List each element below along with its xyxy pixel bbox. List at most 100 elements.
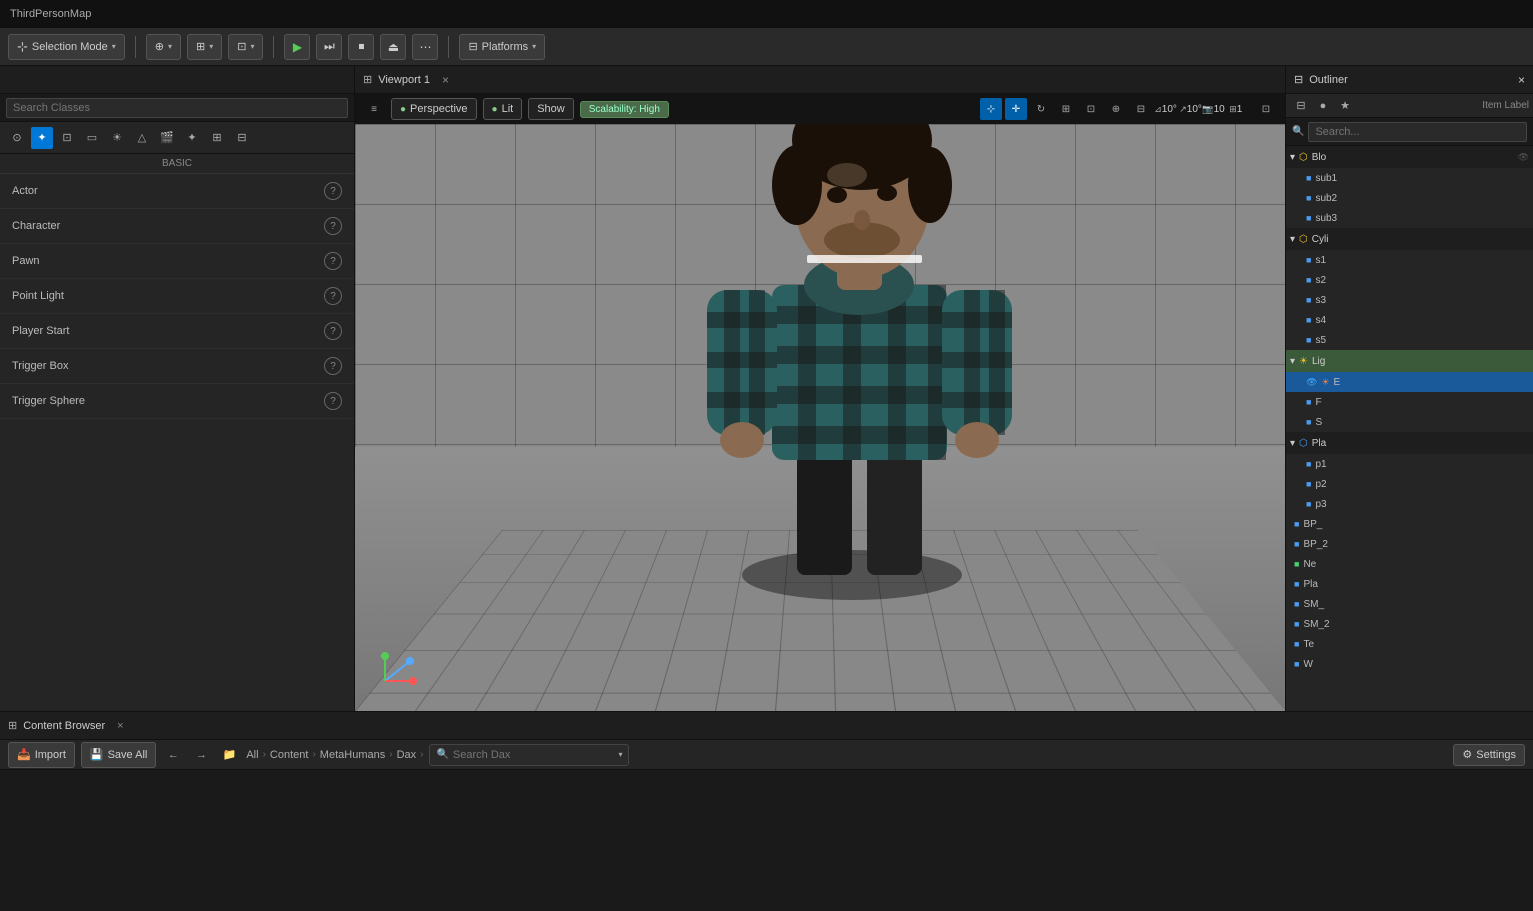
volumes-icon-btn[interactable]: ⊞	[206, 127, 228, 149]
pawn-info-btn[interactable]: ?	[324, 252, 342, 270]
outliner-item-te[interactable]: ■ Te	[1286, 634, 1533, 654]
rotate-tool-btn[interactable]: ↻	[1030, 98, 1052, 120]
list-item-character[interactable]: Character ?	[0, 209, 354, 244]
step-button[interactable]: ⏭	[316, 34, 342, 60]
viewport-menu-icon[interactable]: ≡	[363, 98, 385, 120]
outliner-item-w[interactable]: ■ W	[1286, 654, 1533, 674]
more-options-button[interactable]: ⋯	[412, 34, 438, 60]
content-browser-tab-close[interactable]: ×	[117, 720, 123, 732]
outliner-item-sm1[interactable]: ■ SM_	[1286, 594, 1533, 614]
outliner-item-c1[interactable]: ■ s1	[1286, 250, 1533, 270]
outliner-item-p2[interactable]: ■ p2	[1286, 474, 1533, 494]
all-classes-2-icon-btn[interactable]: ⊟	[231, 127, 253, 149]
angle-2-btn[interactable]: ↗ 10°	[1180, 98, 1202, 120]
outliner-item-p3[interactable]: ■ p3	[1286, 494, 1533, 514]
list-item-trigger-box[interactable]: Trigger Box ?	[0, 349, 354, 384]
outliner-item-ne[interactable]: ■ Ne	[1286, 554, 1533, 574]
outliner-group-lig[interactable]: ▾ ☀ Lig	[1286, 350, 1533, 372]
forward-button[interactable]: →	[190, 744, 212, 766]
cinematic-icon-btn[interactable]: 🎬	[156, 127, 178, 149]
import-button[interactable]: 📥 Import	[8, 742, 75, 768]
outliner-item-s2[interactable]: ■ sub2	[1286, 188, 1533, 208]
outliner-item-f[interactable]: ■ F	[1286, 392, 1533, 412]
outliner-item-pla2[interactable]: ■ Pla	[1286, 574, 1533, 594]
outliner-item-bp1[interactable]: ■ BP_	[1286, 514, 1533, 534]
lights-icon-btn[interactable]: ☀	[106, 127, 128, 149]
outliner-item-s[interactable]: ■ S	[1286, 412, 1533, 432]
play-button[interactable]: ▶	[284, 34, 310, 60]
maximize-tool-btn[interactable]: ⊡	[1080, 98, 1102, 120]
shapes-icon-btn[interactable]: △	[131, 127, 153, 149]
world-view-btn[interactable]: ⊕	[1105, 98, 1127, 120]
camera-speed-btn[interactable]: 📷 10	[1205, 98, 1227, 120]
outliner-item-c4[interactable]: ■ s4	[1286, 310, 1533, 330]
angle-1-btn[interactable]: ⊿ 10°	[1155, 98, 1177, 120]
geometry-icon-btn[interactable]: ▭	[81, 127, 103, 149]
selection-mode-button[interactable]: ⊹ Selection Mode ▾	[8, 34, 125, 60]
outliner-group-blo[interactable]: ▾ ⬡ Blo 👁	[1286, 146, 1533, 168]
scalability-badge[interactable]: Scalability: High	[580, 101, 669, 118]
left-panel-close[interactable]	[8, 78, 24, 82]
list-item-player-start[interactable]: Player Start ?	[0, 314, 354, 349]
stop-button[interactable]: ⏹	[348, 34, 374, 60]
outliner-item-sm2[interactable]: ■ SM_2	[1286, 614, 1533, 634]
character-info-btn[interactable]: ?	[324, 217, 342, 235]
point-light-info-btn[interactable]: ?	[324, 287, 342, 305]
outliner-group-pla[interactable]: ▾ ⬡ Pla	[1286, 432, 1533, 454]
all-classes-icon-btn[interactable]: ✦	[31, 127, 53, 149]
outliner-item-p1[interactable]: ■ p1	[1286, 454, 1533, 474]
save-all-button[interactable]: 💾 Save All	[81, 742, 156, 768]
item-icon-sm2: ■	[1294, 619, 1299, 629]
outliner-search-input[interactable]	[1308, 122, 1527, 142]
list-item-pawn[interactable]: Pawn ?	[0, 244, 354, 279]
eject-button[interactable]: ⏏	[380, 34, 406, 60]
content-search-input[interactable]	[453, 749, 615, 761]
outliner-pin-btn[interactable]: ★	[1334, 95, 1356, 117]
camera-button[interactable]: ⊡ ▾	[228, 34, 263, 60]
trigger-sphere-info-btn[interactable]: ?	[324, 392, 342, 410]
trigger-box-info-btn[interactable]: ?	[324, 357, 342, 375]
settings-button[interactable]: ⚙ Settings	[1453, 744, 1525, 766]
breadcrumb-all[interactable]: All	[246, 749, 258, 761]
list-item-point-light[interactable]: Point Light ?	[0, 279, 354, 314]
folder-button[interactable]: 📁	[218, 744, 240, 766]
outliner-filter-btn[interactable]: ⊟	[1290, 95, 1312, 117]
breadcrumb-metahumans[interactable]: MetaHumans	[320, 749, 385, 761]
add-actor-button[interactable]: ⊕ ▾	[146, 34, 181, 60]
breadcrumb-dax[interactable]: Dax	[397, 749, 417, 761]
player-start-info-btn[interactable]: ?	[324, 322, 342, 340]
viewport-tab-label: Viewport 1	[378, 74, 430, 86]
breadcrumb-content[interactable]: Content	[270, 749, 309, 761]
breadcrumb-sep-1: ›	[263, 749, 266, 760]
lit-button[interactable]: ● Lit	[483, 98, 523, 120]
actor-info-btn[interactable]: ?	[324, 182, 342, 200]
outliner-item-c2[interactable]: ■ s2	[1286, 270, 1533, 290]
back-button[interactable]: ←	[162, 744, 184, 766]
outliner-item-s3[interactable]: ■ sub3	[1286, 208, 1533, 228]
select-tool-btn[interactable]: ⊹	[980, 98, 1002, 120]
move-tool-btn[interactable]: ✛	[1005, 98, 1027, 120]
outliner-item-c3[interactable]: ■ s3	[1286, 290, 1533, 310]
list-item-actor[interactable]: Actor ?	[0, 174, 354, 209]
viewport-options-btn[interactable]: ⊡	[1255, 98, 1277, 120]
outliner-close-btn[interactable]: ×	[1518, 73, 1525, 87]
search-classes-input[interactable]	[6, 98, 348, 118]
overlay-btn[interactable]: ⊞ 1	[1230, 98, 1252, 120]
platforms-button[interactable]: ⊟ Platforms ▾	[459, 34, 545, 60]
outliner-item-c5[interactable]: ■ s5	[1286, 330, 1533, 350]
outliner-group-cyl[interactable]: ▾ ⬡ Cyli	[1286, 228, 1533, 250]
grid-snap-button[interactable]: ⊞ ▾	[187, 34, 222, 60]
outliner-item-bp2[interactable]: ■ BP_2	[1286, 534, 1533, 554]
outliner-item-e[interactable]: 👁 ☀ E	[1286, 372, 1533, 392]
list-item-trigger-sphere[interactable]: Trigger Sphere ?	[0, 384, 354, 419]
recent-icon-btn[interactable]: ⊙	[6, 127, 28, 149]
outliner-sort-btn[interactable]: ●	[1312, 95, 1334, 117]
scale-tool-btn[interactable]: ⊞	[1055, 98, 1077, 120]
viewport-tab-close[interactable]: ×	[442, 73, 449, 87]
perspective-button[interactable]: ● Perspective	[391, 98, 477, 120]
visual-effects-icon-btn[interactable]: ✦	[181, 127, 203, 149]
grid-view-btn[interactable]: ⊟	[1130, 98, 1152, 120]
outliner-item-s1[interactable]: ■ sub1	[1286, 168, 1533, 188]
show-button[interactable]: Show	[528, 98, 574, 120]
common-icon-btn[interactable]: ⊡	[56, 127, 78, 149]
